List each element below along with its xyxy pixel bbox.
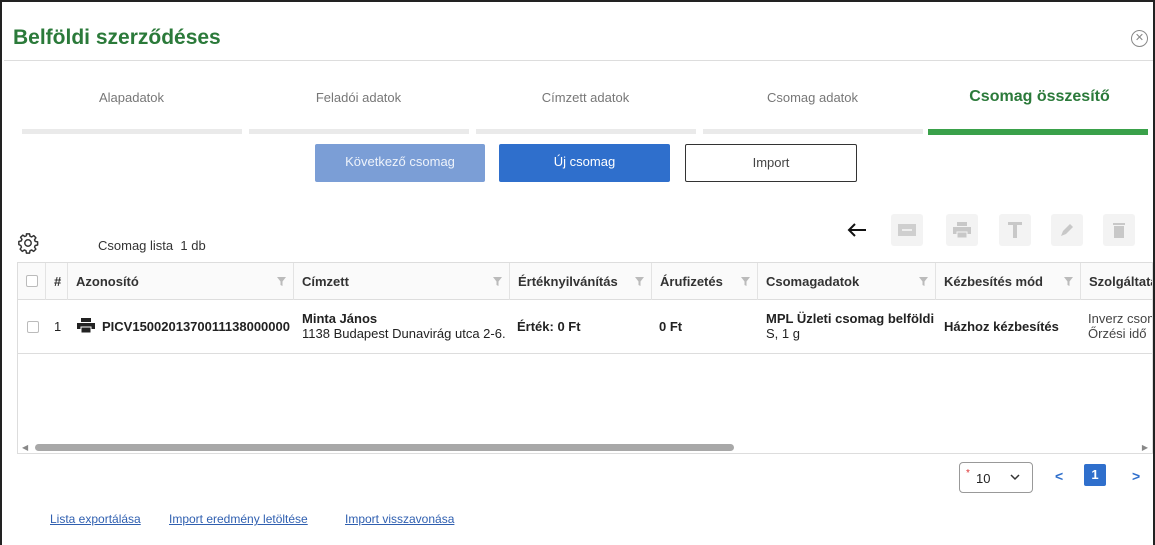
page-size-value: 10 (976, 471, 991, 486)
delete-icon[interactable] (1103, 214, 1135, 246)
text-icon[interactable] (999, 214, 1031, 246)
new-package-button[interactable]: Új csomag (499, 144, 670, 182)
list-count: 1 db (180, 238, 206, 253)
cod-value: 0 Ft (659, 319, 683, 334)
tab-indicator (22, 129, 242, 134)
prev-page-button[interactable]: < (1055, 468, 1063, 484)
col-arufizetes[interactable]: Árufizetés (652, 263, 758, 300)
filter-icon[interactable] (277, 277, 286, 286)
dialog: Belföldi szerződéses ✕ Alapadatok Feladó… (0, 0, 1155, 545)
declared-value: Érték: 0 Ft (517, 319, 581, 334)
col-num: # (46, 263, 68, 300)
col-csomagadatok-label: Csomagadatok (766, 274, 860, 289)
gear-icon[interactable] (17, 232, 39, 259)
package-table: # Azonosító Címzett Értéknyilvánítás Áru… (17, 262, 1153, 454)
import-button[interactable]: Import (685, 144, 857, 182)
chevron-down-icon (1010, 474, 1020, 481)
tab-indicator (249, 129, 469, 134)
barcode-icon[interactable] (891, 214, 923, 246)
col-arufizetes-label: Árufizetés (660, 274, 723, 289)
table-row[interactable]: 1 PICV1500201370011138000000 Minta János… (18, 300, 1152, 354)
recipient-name: Minta János (302, 311, 378, 326)
undo-import-link[interactable]: Import visszavonása (345, 512, 454, 526)
download-import-result-link[interactable]: Import eredmény letöltése (169, 512, 308, 526)
filter-icon[interactable] (635, 277, 644, 286)
service-line: Inverz csom (1088, 311, 1153, 326)
filter-icon[interactable] (493, 277, 502, 286)
print-icon[interactable] (77, 318, 95, 336)
col-szolgaltatas[interactable]: Szolgáltatá (1081, 263, 1152, 300)
tab-indicator-active (928, 129, 1148, 135)
col-cimzett-label: Címzett (302, 274, 349, 289)
service-line: Őrzési idő (1088, 326, 1147, 341)
tab-feladoi-adatok[interactable]: Feladói adatok (246, 90, 471, 105)
col-cimzett[interactable]: Címzett (294, 263, 510, 300)
col-kezbesites-mod[interactable]: Kézbesítés mód (936, 263, 1081, 300)
tab-indicator (476, 129, 696, 134)
filter-icon[interactable] (919, 277, 928, 286)
next-package-button[interactable]: Következő csomag (315, 144, 485, 182)
title-divider (4, 60, 1153, 61)
edit-icon[interactable] (1051, 214, 1083, 246)
col-erteknyilvanitas-label: Értéknyilvánítás (518, 274, 618, 289)
delivery-mode: Házhoz kézbesítés (944, 319, 1059, 334)
col-azonosito[interactable]: Azonosító (68, 263, 294, 300)
package-size: S, 1 g (766, 326, 800, 341)
scroll-right-icon[interactable]: ▶ (1142, 443, 1148, 452)
tab-indicator (703, 129, 923, 134)
next-page-button[interactable]: > (1132, 468, 1140, 484)
horizontal-scrollbar[interactable]: ◀ ▶ (18, 441, 1152, 453)
package-id: PICV1500201370011138000000 (102, 319, 290, 334)
tab-csomag-adatok[interactable]: Csomag adatok (700, 90, 925, 105)
print-icon[interactable] (946, 214, 978, 246)
current-page-button[interactable]: 1 (1084, 464, 1106, 486)
page-size-select[interactable]: * 10 (959, 462, 1033, 493)
export-list-link[interactable]: Lista exportálása (50, 512, 141, 526)
header-select-cell (18, 263, 46, 300)
recipient-address: 1138 Budapest Dunavirág utca 2-6. (302, 326, 506, 341)
package-list-label: Csomag lista 1 db (98, 238, 206, 253)
row-checkbox[interactable] (27, 321, 39, 333)
tab-alapadatok[interactable]: Alapadatok (19, 90, 244, 105)
dialog-title: Belföldi szerződéses (13, 26, 221, 49)
close-icon[interactable]: ✕ (1131, 30, 1148, 47)
back-arrow-icon[interactable] (841, 214, 873, 246)
col-erteknyilvanitas[interactable]: Értéknyilvánítás (510, 263, 652, 300)
list-label-text: Csomag lista (98, 238, 174, 253)
row-number: 1 (54, 319, 62, 334)
filter-icon[interactable] (741, 277, 750, 286)
table-header: # Azonosító Címzett Értéknyilvánítás Áru… (18, 263, 1152, 300)
tab-csomag-osszesito[interactable]: Csomag összesítő (927, 88, 1152, 106)
required-mark: * (966, 468, 970, 479)
col-azonosito-label: Azonosító (76, 274, 139, 289)
scroll-left-icon[interactable]: ◀ (22, 443, 28, 452)
tab-cimzett-adatok[interactable]: Címzett adatok (473, 90, 698, 105)
scrollbar-thumb[interactable] (35, 444, 734, 451)
select-all-checkbox[interactable] (26, 275, 38, 287)
col-kezbesites-mod-label: Kézbesítés mód (944, 274, 1043, 289)
col-csomagadatok[interactable]: Csomagadatok (758, 263, 936, 300)
filter-icon[interactable] (1064, 277, 1073, 286)
package-type: MPL Üzleti csomag belföldi (766, 311, 935, 326)
